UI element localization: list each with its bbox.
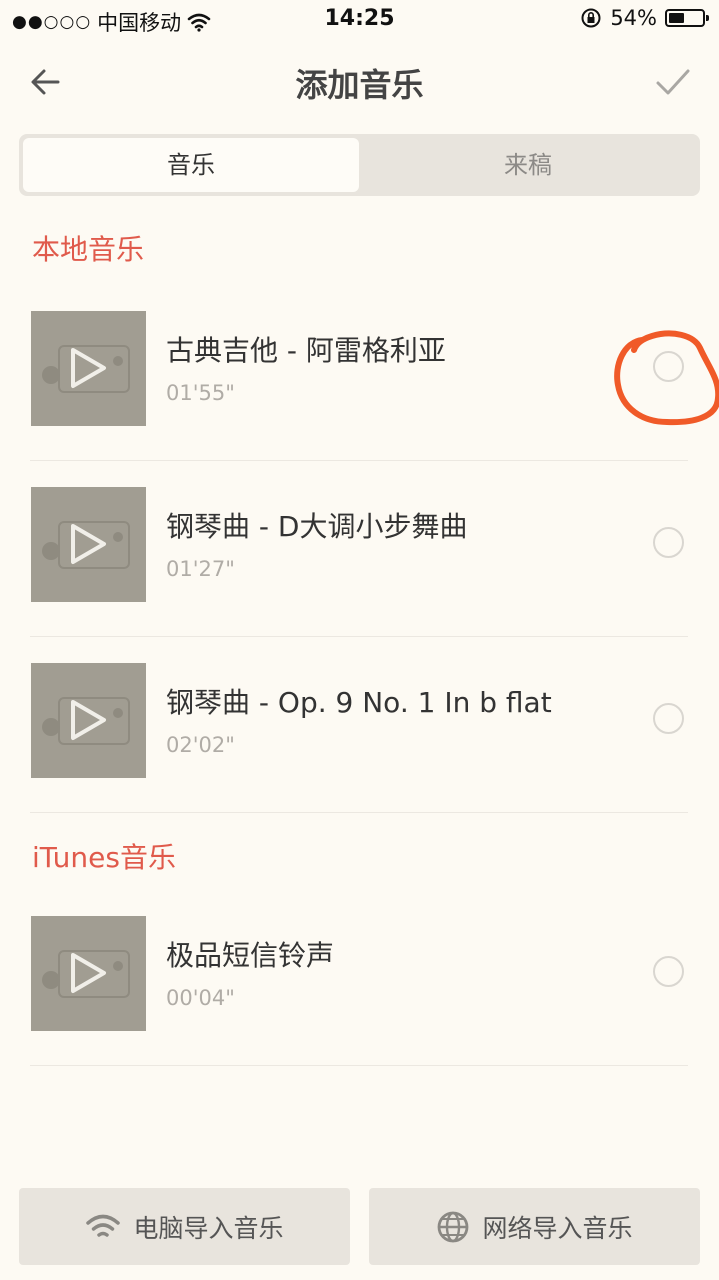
track-row[interactable]: 古典吉他 - 阿雷格利亚 01'55" [30,285,688,461]
segmented-control: 音乐 来稿 [19,134,700,196]
wifi-icon [86,1214,121,1237]
play-icon [42,697,130,745]
album-art [31,916,146,1031]
play-icon [42,521,130,569]
track-title: 钢琴曲 - D大调小步舞曲 [166,510,468,543]
track-duration: 01'55" [166,381,235,405]
computer-import-button[interactable]: 电脑导入音乐 [19,1188,350,1265]
select-radio[interactable] [653,527,684,558]
status-bar: ●●○○○ 中国移动 14:25 54% [0,0,719,40]
select-radio[interactable] [653,703,684,734]
track-row[interactable]: 钢琴曲 - Op. 9 No. 1 In b flat 02'02" [30,637,688,813]
tab-music[interactable]: 音乐 [23,138,359,192]
track-title: 古典吉他 - 阿雷格利亚 [166,334,446,367]
track-duration: 02'02" [166,733,235,757]
web-import-button[interactable]: 网络导入音乐 [369,1188,700,1265]
play-icon [42,950,130,998]
computer-import-label: 电脑导入音乐 [133,1213,284,1243]
play-icon [42,345,130,393]
select-radio[interactable] [653,351,684,382]
track-duration: 00'04" [166,986,235,1010]
select-radio[interactable] [653,956,684,987]
battery-level [669,13,685,23]
album-art [31,311,146,426]
track-title: 极品短信铃声 [166,939,335,972]
status-right: 54% [580,6,709,30]
track-row[interactable]: 极品短信铃声 00'04" [30,890,688,1066]
web-import-label: 网络导入音乐 [482,1213,633,1243]
track-title: 钢琴曲 - Op. 9 No. 1 In b flat [166,686,552,719]
album-art [31,663,146,778]
globe-icon [438,1211,469,1242]
page-title: 添加音乐 [295,66,424,104]
navigation-bar: 添加音乐 [0,40,719,124]
section-title-local-music: 本地音乐 [32,233,145,266]
battery-icon [665,9,709,27]
track-duration: 01'27" [166,557,235,581]
tab-submissions[interactable]: 来稿 [360,138,696,192]
checkmark-icon[interactable] [653,62,693,102]
rotation-lock-icon [581,8,601,28]
album-art [31,487,146,602]
battery-percent: 54% [610,6,657,30]
track-row[interactable]: 钢琴曲 - D大调小步舞曲 01'27" [30,461,688,637]
section-title-itunes-music: iTunes音乐 [32,841,176,874]
